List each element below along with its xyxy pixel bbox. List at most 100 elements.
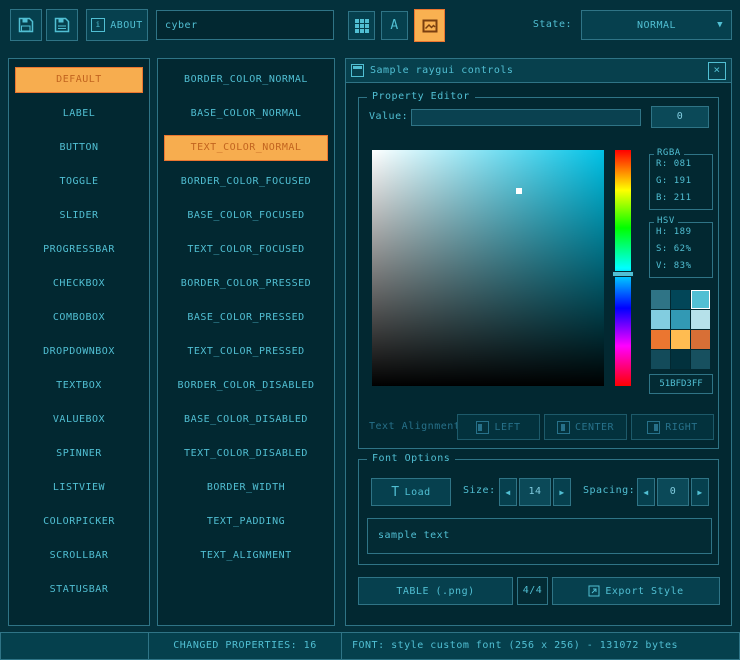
list-item[interactable]: DEFAULT [15,67,143,93]
list-item[interactable]: STATUSBAR [15,577,143,603]
font-load-button[interactable]: T Load [371,478,451,506]
table-export-button[interactable]: TABLE (.png) [358,577,513,605]
list-item[interactable]: SLIDER [15,203,143,229]
list-item[interactable]: TEXT_COLOR_PRESSED [164,339,328,365]
statusbar-left-segment [0,632,149,660]
list-item[interactable]: LISTVIEW [15,475,143,501]
value-box[interactable]: 0 [651,106,709,128]
list-item[interactable]: COMBOBOX [15,305,143,331]
style-name-input[interactable] [156,10,334,40]
align-left-button[interactable]: LEFT [457,414,540,440]
text-alignment-label: Text Alignment [369,414,457,440]
list-item[interactable]: CHECKBOX [15,271,143,297]
font-icon: A [390,18,398,33]
grid-view-icon [354,18,370,34]
font-size-value[interactable]: 14 [519,478,551,506]
list-item[interactable]: LABEL [15,101,143,127]
list-item[interactable]: TEXT_COLOR_FOCUSED [164,237,328,263]
export-icon [588,585,600,597]
font-size-label: Size: [463,485,496,496]
floppy-load-icon [18,17,34,33]
list-item[interactable]: BORDER_COLOR_PRESSED [164,271,328,297]
palette-swatch[interactable] [651,330,670,349]
palette-swatch[interactable] [651,310,670,329]
align-right-label: RIGHT [665,422,698,433]
statusbar-font-info: FONT: style custom font (256 x 256) - 13… [341,632,740,660]
align-right-button[interactable]: RIGHT [631,414,714,440]
palette-swatch[interactable] [671,350,690,369]
toolbar: i ABOUT A State: NORMAL ▼ [0,0,740,52]
arrow-left-icon: ◀ [643,488,648,497]
palette-swatch[interactable] [671,290,690,309]
image-view-button[interactable] [414,9,445,42]
list-item[interactable]: TEXT_ALIGNMENT [164,543,328,569]
align-right-icon [647,421,660,434]
palette-swatch[interactable] [651,350,670,369]
list-item[interactable]: BASE_COLOR_FOCUSED [164,203,328,229]
palette-swatch[interactable] [671,310,690,329]
font-size-increase-button[interactable]: ▶ [553,478,571,506]
color-saturation-value-picker[interactable] [372,150,604,386]
about-button[interactable]: i ABOUT [86,9,148,41]
list-item[interactable]: TEXTBOX [15,373,143,399]
hsv-s-value: S: 62% [650,242,712,257]
list-item[interactable]: TOGGLE [15,169,143,195]
list-item[interactable]: BASE_COLOR_NORMAL [164,101,328,127]
list-item[interactable]: BORDER_COLOR_NORMAL [164,67,328,93]
font-spacing-decrease-button[interactable]: ◀ [637,478,655,506]
list-item[interactable]: BORDER_COLOR_DISABLED [164,373,328,399]
align-center-button[interactable]: CENTER [544,414,627,440]
list-item[interactable]: BASE_COLOR_PRESSED [164,305,328,331]
chevron-down-icon: ▼ [717,20,723,30]
list-item[interactable]: BUTTON [15,135,143,161]
hue-slider-handle[interactable] [612,271,634,277]
window-titlebar[interactable]: Sample raygui controls × [346,59,731,83]
list-item[interactable]: COLORPICKER [15,509,143,535]
palette-swatch[interactable] [691,310,710,329]
rgba-label: RGBA [654,148,684,158]
list-item[interactable]: BORDER_WIDTH [164,475,328,501]
page-indicator: 4/4 [517,577,548,605]
list-item[interactable]: BASE_COLOR_DISABLED [164,407,328,433]
load-style-button[interactable] [10,9,42,41]
list-item[interactable]: SCROLLBAR [15,543,143,569]
hue-slider[interactable] [615,150,631,386]
property-editor-label: Property Editor [367,91,475,102]
save-style-button[interactable] [46,9,78,41]
controls-view-button[interactable] [348,11,375,40]
font-load-label: Load [405,487,431,498]
font-spacing-increase-button[interactable]: ▶ [691,478,709,506]
list-item[interactable]: PROGRESSBAR [15,237,143,263]
align-center-icon [557,421,570,434]
font-size-decrease-button[interactable]: ◀ [499,478,517,506]
font-view-button[interactable]: A [381,11,408,40]
palette-swatch[interactable] [671,330,690,349]
list-item[interactable]: TEXT_COLOR_NORMAL [164,135,328,161]
hex-color-input[interactable]: 51BFD3FF [649,374,713,394]
about-button-label: ABOUT [110,20,143,31]
list-item[interactable]: VALUEBOX [15,407,143,433]
list-item[interactable]: DROPDOWNBOX [15,339,143,365]
align-center-label: CENTER [575,422,614,433]
list-item[interactable]: BORDER_COLOR_FOCUSED [164,169,328,195]
rgba-g-value: G: 191 [650,174,712,189]
value-slider[interactable] [411,109,641,126]
palette-swatch[interactable] [651,290,670,309]
rgba-b-value: B: 211 [650,191,712,206]
arrow-right-icon: ▶ [697,488,702,497]
list-item[interactable]: SPINNER [15,441,143,467]
export-style-button[interactable]: Export Style [552,577,720,605]
list-item[interactable]: TEXT_PADDING [164,509,328,535]
statusbar-changed-properties: CHANGED PROPERTIES: 16 [148,632,342,660]
palette-swatch[interactable] [691,350,710,369]
image-icon [422,18,438,34]
font-spacing-value[interactable]: 0 [657,478,689,506]
window-icon [351,64,364,77]
sample-window: Sample raygui controls × Property Editor… [345,58,732,626]
list-item[interactable]: TEXT_COLOR_DISABLED [164,441,328,467]
palette-swatch[interactable] [691,330,710,349]
palette-swatch[interactable] [691,290,710,309]
close-button[interactable]: × [708,62,726,80]
state-dropdown[interactable]: NORMAL ▼ [581,10,732,40]
sample-text-input[interactable]: sample text [367,518,712,554]
